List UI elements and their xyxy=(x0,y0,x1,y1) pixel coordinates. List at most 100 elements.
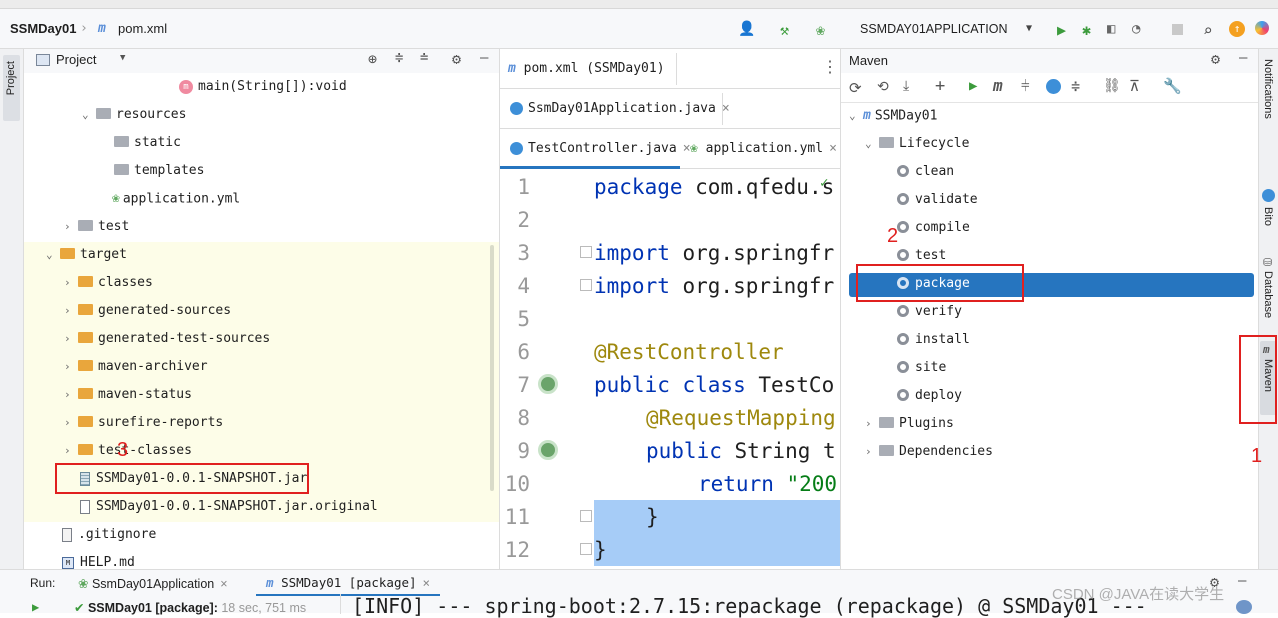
user-icon[interactable]: 👤 xyxy=(738,21,755,37)
reload-icon[interactable]: ⟳ xyxy=(849,79,862,97)
code-line-12[interactable]: } xyxy=(594,534,607,567)
spring-bean-icon[interactable] xyxy=(538,374,558,394)
show-dependencies-icon[interactable]: ⛓ xyxy=(1103,78,1121,94)
tree-item-maven-status[interactable]: maven-status xyxy=(78,381,192,409)
maven-phase-site[interactable]: site xyxy=(897,354,946,382)
maven-phase-clean[interactable]: clean xyxy=(897,158,954,186)
update-icon[interactable]: ↑ xyxy=(1229,21,1245,37)
breadcrumb-file[interactable]: pom.xml xyxy=(118,9,167,49)
chevron-right-icon[interactable]: › xyxy=(64,437,74,465)
expand-icon[interactable]: ⊼ xyxy=(1129,77,1140,95)
download-icon[interactable]: ⤓ xyxy=(903,78,909,94)
minimize-icon[interactable]: — xyxy=(1238,573,1246,589)
run-icon[interactable]: ▶ xyxy=(969,78,977,94)
tree-item-maven-archiver[interactable]: maven-archiver xyxy=(78,353,208,381)
code-line-4[interactable]: import org.springfr xyxy=(594,270,834,303)
chevron-right-icon[interactable]: › xyxy=(64,381,74,409)
spring-endpoint-icon[interactable] xyxy=(538,440,558,460)
tree-item-gitignore[interactable]: .gitignore xyxy=(62,521,156,549)
fold-marker-icon[interactable] xyxy=(580,246,592,258)
tree-item-resources[interactable]: resources xyxy=(96,101,186,129)
more-tabs-icon[interactable]: ⋮ xyxy=(822,57,838,76)
code-line-1[interactable]: package com.qfedu.s xyxy=(594,171,834,204)
close-icon[interactable]: × xyxy=(220,577,227,591)
minimize-icon[interactable]: — xyxy=(480,50,488,66)
plugin-logo-icon[interactable] xyxy=(1255,21,1269,35)
tree-item-generated-test-sources[interactable]: generated-test-sources xyxy=(78,325,270,353)
maven-phase-compile[interactable]: compile xyxy=(897,214,970,242)
toggle-offline-icon[interactable]: ⫩ xyxy=(1021,77,1030,95)
add-icon[interactable]: + xyxy=(935,76,945,96)
fold-marker-icon[interactable] xyxy=(580,543,592,555)
wrench-icon[interactable]: 🔧 xyxy=(1163,77,1182,95)
execute-goal-icon[interactable]: m xyxy=(993,76,1003,95)
build-hammer-icon[interactable]: ⚒ xyxy=(780,21,796,39)
tab-pom[interactable]: m pom.xml (SSMDay01) xyxy=(508,49,665,89)
chevron-down-icon[interactable]: ⌄ xyxy=(849,102,859,130)
tab-test-controller[interactable]: TestController.java × xyxy=(510,129,691,169)
maven-phase-deploy[interactable]: deploy xyxy=(897,382,962,410)
close-icon[interactable]: × xyxy=(722,101,730,116)
code-line-8[interactable]: @RequestMapping xyxy=(646,402,836,435)
tree-item-target[interactable]: target xyxy=(60,241,127,269)
breadcrumb-project[interactable]: SSMDay01 xyxy=(10,9,76,49)
fold-marker-icon[interactable] xyxy=(580,279,592,291)
expand-all-icon[interactable]: ≑ xyxy=(395,50,403,66)
close-icon[interactable]: × xyxy=(829,141,837,156)
locate-icon[interactable]: ⊕ xyxy=(368,50,377,68)
chevron-right-icon[interactable]: › xyxy=(64,325,74,353)
coverage-icon[interactable]: ◧ xyxy=(1107,21,1123,37)
tree-item-jar-original[interactable]: SSMDay01-0.0.1-SNAPSHOT.jar.original xyxy=(80,493,378,521)
gear-icon[interactable]: ⚙ xyxy=(1211,50,1220,68)
database-tool-label[interactable]: Database xyxy=(1262,271,1274,318)
reimport-icon[interactable]: ⟲ xyxy=(877,79,889,95)
chevron-right-icon[interactable]: › xyxy=(865,410,875,438)
rerun-icon[interactable]: ▶ xyxy=(32,600,39,614)
run-tab-application[interactable]: ❀ SsmDay01Application × xyxy=(78,576,228,591)
chevron-right-icon[interactable]: › xyxy=(865,438,875,466)
close-icon[interactable]: × xyxy=(423,575,431,590)
minimize-icon[interactable]: — xyxy=(1239,50,1247,66)
code-line-3[interactable]: import org.springfr xyxy=(594,237,834,270)
chevron-right-icon[interactable]: › xyxy=(64,297,74,325)
run-icon[interactable]: ▶ xyxy=(1057,21,1073,39)
tree-item-main-method[interactable]: m main(String[]):void xyxy=(179,73,347,101)
tree-item-templates[interactable]: templates xyxy=(114,157,204,185)
maven-phase-install[interactable]: install xyxy=(897,326,970,354)
assistant-icon[interactable] xyxy=(1236,600,1252,614)
skip-tests-icon[interactable] xyxy=(1046,79,1061,94)
code-line-9[interactable]: public String t xyxy=(646,435,836,468)
collapse-all-icon[interactable]: ≐ xyxy=(420,50,428,66)
tab-application-yml[interactable]: ❀ application.yml × xyxy=(690,129,837,169)
bito-tool-label[interactable]: Bito xyxy=(1262,207,1274,226)
tree-item-help[interactable]: M HELP.md xyxy=(62,549,135,569)
project-tool-button[interactable]: Project xyxy=(3,55,20,121)
tree-item-surefire-reports[interactable]: surefire-reports xyxy=(78,409,223,437)
tree-item-application-yml[interactable]: ❀ application.yml xyxy=(112,185,240,213)
maven-plugins[interactable]: Plugins xyxy=(879,410,954,438)
stop-icon[interactable] xyxy=(1172,24,1183,35)
collapse-icon[interactable]: ≑ xyxy=(1071,77,1080,95)
chevron-right-icon[interactable]: › xyxy=(64,409,74,437)
run-tab-package[interactable]: m SSMDay01 [package] × xyxy=(266,575,430,590)
code-line-7[interactable]: public class TestCo xyxy=(594,369,834,402)
maven-phase-validate[interactable]: validate xyxy=(897,186,978,214)
tree-item-test-classes[interactable]: test-classes xyxy=(78,437,192,465)
maven-lifecycle[interactable]: Lifecycle xyxy=(879,130,969,158)
gear-icon[interactable]: ⚙ xyxy=(452,50,461,68)
chevron-down-icon[interactable]: ⌄ xyxy=(82,101,92,129)
code-line-11[interactable]: } xyxy=(646,501,659,534)
tab-ssmday01-application[interactable]: SsmDay01Application.java × xyxy=(510,89,730,129)
chevron-down-icon[interactable]: ⌄ xyxy=(46,241,56,269)
maven-project[interactable]: m SSMDay01 xyxy=(863,102,937,130)
chevron-down-icon[interactable]: ⌄ xyxy=(865,130,875,158)
debug-icon[interactable]: ✱ xyxy=(1082,21,1098,39)
run-config-select[interactable]: SSMDAY01APPLICATION xyxy=(860,9,1008,49)
search-icon[interactable]: ⌕ xyxy=(1203,21,1219,40)
maven-dependencies[interactable]: Dependencies xyxy=(879,438,993,466)
chevron-down-icon[interactable]: ▼ xyxy=(1026,9,1032,49)
tree-item-static[interactable]: static xyxy=(114,129,181,157)
chevron-down-icon[interactable]: ▼ xyxy=(120,53,125,63)
maven-phase-verify[interactable]: verify xyxy=(897,298,962,326)
project-panel-title[interactable]: Project xyxy=(56,52,96,67)
